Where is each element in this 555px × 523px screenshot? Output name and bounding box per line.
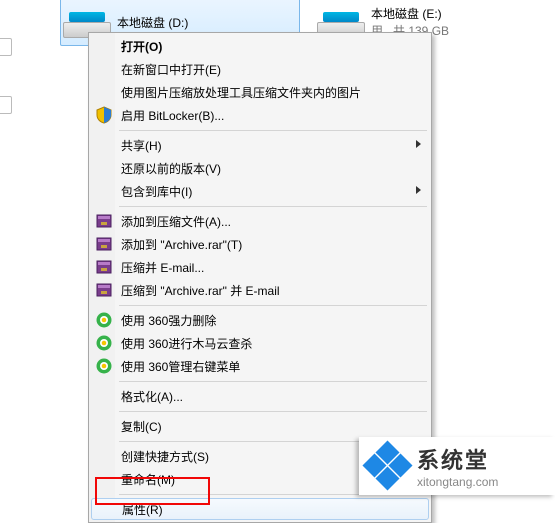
- menu-scan360-label: 使用 360进行木马云查杀: [121, 335, 429, 352]
- left-fragment-1: [0, 38, 12, 56]
- left-fragment-2: [0, 96, 12, 114]
- menu-include-library[interactable]: 包含到库中(I): [91, 180, 429, 203]
- winrar-icon: [95, 258, 113, 276]
- menu-properties[interactable]: 属性(R): [91, 498, 429, 520]
- menu-separator: [119, 206, 427, 207]
- menu-separator: [119, 305, 427, 306]
- watermark-en: xitongtang.com: [417, 475, 498, 489]
- menu-format[interactable]: 格式化(A)...: [91, 385, 429, 408]
- 360-icon: [95, 334, 113, 352]
- watermark-cn: 系统堂: [417, 443, 498, 475]
- menu-share[interactable]: 共享(H): [91, 134, 429, 157]
- menu-add-archive-t[interactable]: 添加到 "Archive.rar"(T): [91, 233, 429, 256]
- menu-open[interactable]: 打开(O): [91, 35, 429, 58]
- menu-imgcompress-label: 使用图片压缩放处理工具压缩文件夹内的图片: [121, 84, 429, 101]
- menu-del360-label: 使用 360强力删除: [121, 312, 429, 329]
- menu-emailrar-label: 压缩到 "Archive.rar" 并 E-mail: [121, 282, 429, 299]
- menu-img-compress[interactable]: 使用图片压缩放处理工具压缩文件夹内的图片: [91, 81, 429, 104]
- 360-icon: [95, 357, 113, 375]
- menu-include-label: 包含到库中(I): [121, 183, 429, 200]
- menu-360-manage[interactable]: 使用 360管理右键菜单: [91, 355, 429, 378]
- menu-bitlocker-label: 启用 BitLocker(B)...: [121, 107, 429, 124]
- winrar-icon: [95, 235, 113, 253]
- menu-mgr360-label: 使用 360管理右键菜单: [121, 358, 429, 375]
- menu-360-scan[interactable]: 使用 360进行木马云查杀: [91, 332, 429, 355]
- menu-bitlocker[interactable]: 启用 BitLocker(B)...: [91, 104, 429, 127]
- menu-share-label: 共享(H): [121, 137, 429, 154]
- shield-icon: [95, 106, 113, 124]
- menu-separator: [119, 130, 427, 131]
- drive-d-label: 本地磁盘 (D:): [117, 14, 188, 31]
- chevron-right-icon: [416, 140, 421, 148]
- menu-emailzip-label: 压缩并 E-mail...: [121, 259, 429, 276]
- menu-360-delete[interactable]: 使用 360强力删除: [91, 309, 429, 332]
- menu-add-archive-a[interactable]: 添加到压缩文件(A)...: [91, 210, 429, 233]
- drive-e-label: 本地磁盘 (E:): [371, 5, 449, 22]
- menu-copy[interactable]: 复制(C): [91, 415, 429, 438]
- menu-previous-versions[interactable]: 还原以前的版本(V): [91, 157, 429, 180]
- chevron-right-icon: [416, 186, 421, 194]
- menu-rar-email[interactable]: 压缩到 "Archive.rar" 并 E-mail: [91, 279, 429, 302]
- menu-separator: [119, 411, 427, 412]
- menu-open-label: 打开(O): [121, 38, 429, 55]
- menu-addarchiveA-label: 添加到压缩文件(A)...: [121, 213, 429, 230]
- winrar-icon: [95, 212, 113, 230]
- watermark-logo: 系统堂 xitongtang.com: [359, 437, 555, 495]
- menu-prevver-label: 还原以前的版本(V): [121, 160, 429, 177]
- menu-zip-email[interactable]: 压缩并 E-mail...: [91, 256, 429, 279]
- menu-open-new-window[interactable]: 在新窗口中打开(E): [91, 58, 429, 81]
- menu-newwin-label: 在新窗口中打开(E): [121, 61, 429, 78]
- menu-format-label: 格式化(A)...: [121, 388, 429, 405]
- winrar-icon: [95, 281, 113, 299]
- 360-icon: [95, 311, 113, 329]
- menu-separator: [119, 381, 427, 382]
- menu-copy-label: 复制(C): [121, 418, 429, 435]
- menu-addarchiveT-label: 添加到 "Archive.rar"(T): [121, 236, 429, 253]
- menu-properties-label: 属性(R): [122, 501, 428, 518]
- logo-icon: [367, 445, 409, 487]
